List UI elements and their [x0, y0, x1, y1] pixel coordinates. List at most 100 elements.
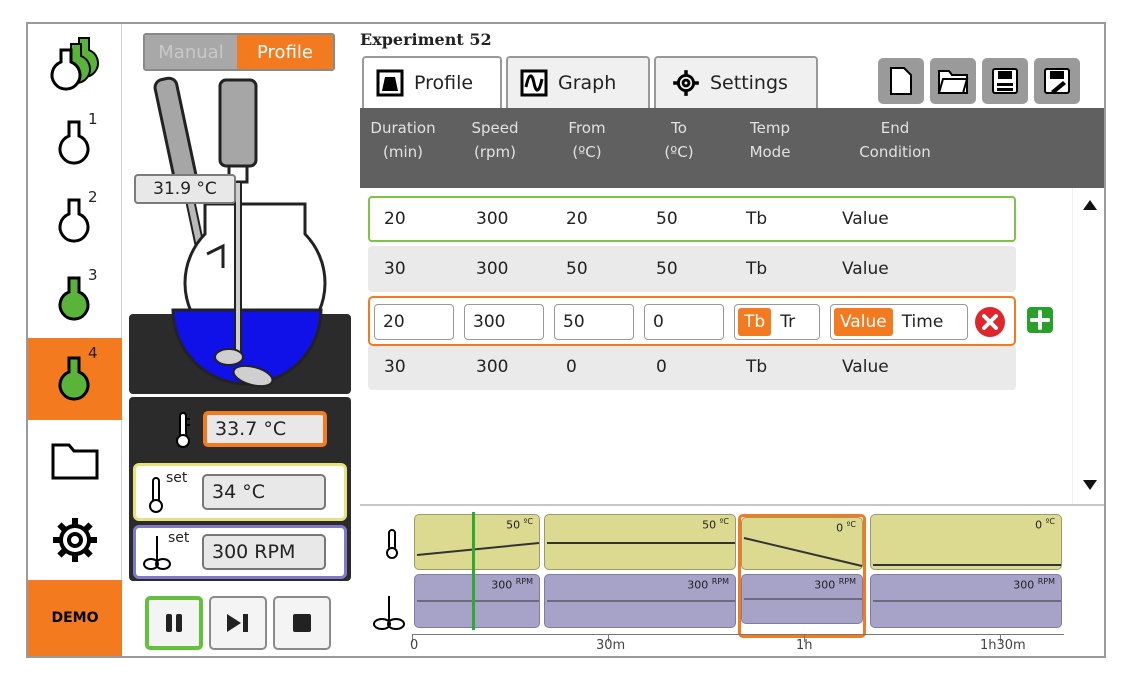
thermometer-set-icon — [149, 477, 163, 513]
header-duration: Duration (min) — [370, 119, 436, 161]
app-window: 1 2 3 4 DEMO Manual Profile 31.9 °C 33.7… — [26, 22, 1106, 658]
rail-item-files[interactable] — [28, 422, 122, 500]
table-row[interactable]: 30 300 50 50 Tb Value — [368, 246, 1016, 292]
cell-duration: 30 — [384, 357, 406, 377]
set-label: set — [166, 470, 188, 486]
to-temp-input[interactable]: 0 — [644, 304, 724, 340]
delete-row-icon[interactable] — [974, 306, 1006, 338]
from-temp-input[interactable]: 50 — [554, 304, 634, 340]
axis-tick-label: 1h30m — [980, 638, 1026, 653]
main-panel: Experiment 52 Profile Graph Settings Dur… — [360, 24, 1104, 656]
axis-tick-label: 0 — [410, 638, 419, 653]
stirrer-icon — [373, 596, 405, 630]
temp-mode-toggle[interactable]: Tb Tr — [734, 304, 820, 340]
mode-profile-option[interactable]: Profile — [237, 35, 333, 69]
speed-segment-1[interactable]: 300 RPM — [414, 574, 540, 628]
thermometer-icon — [176, 412, 190, 448]
probe-temperature-label: 31.9 °C — [134, 174, 236, 204]
vessel-number: 1 — [88, 110, 98, 128]
pause-icon — [166, 614, 182, 632]
segment-label: 50 ºC — [702, 517, 729, 532]
temp-segment-3[interactable]: 0 ºC — [741, 517, 863, 570]
temperature-setpoint-readout[interactable]: set 34 °C — [133, 463, 347, 521]
tab-graph[interactable]: Graph — [506, 56, 650, 108]
duration-input[interactable]: 20 — [374, 304, 454, 340]
graph-icon — [520, 69, 548, 97]
cell-speed: 300 — [476, 357, 509, 377]
rail-item-vessel-4[interactable]: 4 — [28, 338, 122, 420]
rail-item-vessel-1[interactable]: 1 — [28, 104, 122, 182]
reactor-flask-illustration — [153, 76, 327, 388]
tab-label: Settings — [710, 72, 788, 94]
set-label: set — [168, 530, 190, 546]
skip-step-button[interactable] — [209, 596, 267, 650]
end-condition-value[interactable]: Value — [834, 308, 893, 336]
new-file-icon — [890, 67, 912, 95]
table-row[interactable]: 30 300 0 0 Tb Value — [368, 344, 1016, 390]
segment-label: 300 RPM — [687, 577, 729, 592]
folder-icon — [51, 443, 99, 480]
save-as-icon — [1044, 68, 1070, 94]
temperature-value: 33.7 °C — [203, 411, 327, 447]
open-file-button[interactable] — [930, 58, 976, 104]
tab-profile[interactable]: Profile — [362, 56, 502, 108]
cell-end-condition: Value — [842, 209, 889, 229]
gear-icon — [673, 70, 699, 96]
cell-to: 0 — [656, 357, 667, 377]
vessel-panel: Manual Profile 31.9 °C 33.7 °C set 34 °C… — [125, 24, 357, 656]
profile-icon — [376, 69, 404, 97]
experiment-title: Experiment 52 — [360, 30, 492, 49]
tab-settings[interactable]: Settings — [654, 56, 818, 108]
rail-item-settings[interactable] — [28, 500, 122, 580]
cell-from: 50 — [566, 259, 588, 279]
demo-badge: DEMO — [28, 580, 122, 656]
speed-setpoint-value[interactable]: 300 RPM — [202, 534, 326, 570]
speed-segment-2[interactable]: 300 RPM — [544, 574, 736, 628]
gear-icon — [53, 518, 97, 562]
speed-segment-3[interactable]: 300 RPM — [741, 574, 863, 624]
end-condition-toggle[interactable]: Value Time — [830, 304, 968, 340]
save-button[interactable] — [982, 58, 1028, 104]
speed-segment-4[interactable]: 300 RPM — [870, 574, 1062, 628]
segment-label: 300 RPM — [491, 577, 533, 592]
rail-item-vessel-2[interactable]: 2 — [28, 182, 122, 260]
temp-segment-2[interactable]: 50 ºC — [544, 514, 736, 570]
save-as-button[interactable] — [1034, 58, 1080, 104]
table-scrollbar[interactable] — [1072, 188, 1104, 504]
cell-end-condition: Value — [842, 259, 889, 279]
cell-speed: 300 — [476, 209, 509, 229]
segment-label: 50 ºC — [506, 517, 533, 532]
temp-segment-1[interactable]: 50 ºC — [414, 514, 540, 570]
mode-toggle[interactable]: Manual Profile — [143, 33, 335, 71]
new-file-button[interactable] — [878, 58, 924, 104]
add-row-icon[interactable] — [1026, 306, 1054, 334]
temp-mode-tr[interactable]: Tr — [774, 305, 801, 339]
temp-segment-4[interactable]: 0 ºC — [870, 514, 1062, 570]
skip-next-icon — [227, 614, 248, 632]
header-to: To (ºC) — [664, 119, 694, 161]
temperature-setpoint-value[interactable]: 34 °C — [202, 474, 326, 510]
header-from: From (ºC) — [568, 119, 606, 161]
rail-item-vessel-3[interactable]: 3 — [28, 260, 122, 338]
cell-from: 0 — [566, 357, 577, 377]
table-row[interactable]: 20 300 20 50 Tb Value — [368, 196, 1016, 242]
end-condition-time[interactable]: Time — [896, 305, 950, 339]
scroll-down-icon[interactable] — [1083, 480, 1097, 490]
run-controls — [145, 596, 331, 650]
rail-item-all-vessels[interactable] — [28, 24, 122, 104]
stop-icon — [293, 614, 311, 632]
thermometer-icon — [386, 529, 398, 559]
header-end-condition: End Condition — [859, 119, 931, 161]
temp-mode-tb[interactable]: Tb — [738, 308, 772, 336]
pause-button[interactable] — [145, 596, 203, 650]
cell-mode: Tb — [746, 259, 768, 279]
scroll-up-icon[interactable] — [1083, 200, 1097, 210]
time-axis — [412, 634, 1064, 635]
tab-label: Graph — [558, 72, 617, 94]
speed-input[interactable]: 300 — [464, 304, 544, 340]
stop-button[interactable] — [273, 596, 331, 650]
cell-to: 50 — [656, 259, 678, 279]
profile-timeline: 50 ºC 50 ºC 0 ºC 0 ºC 300 RPM 300 RPM 30… — [360, 506, 1104, 656]
mode-manual-option[interactable]: Manual — [145, 35, 237, 69]
speed-setpoint-readout[interactable]: set 300 RPM — [133, 525, 347, 579]
